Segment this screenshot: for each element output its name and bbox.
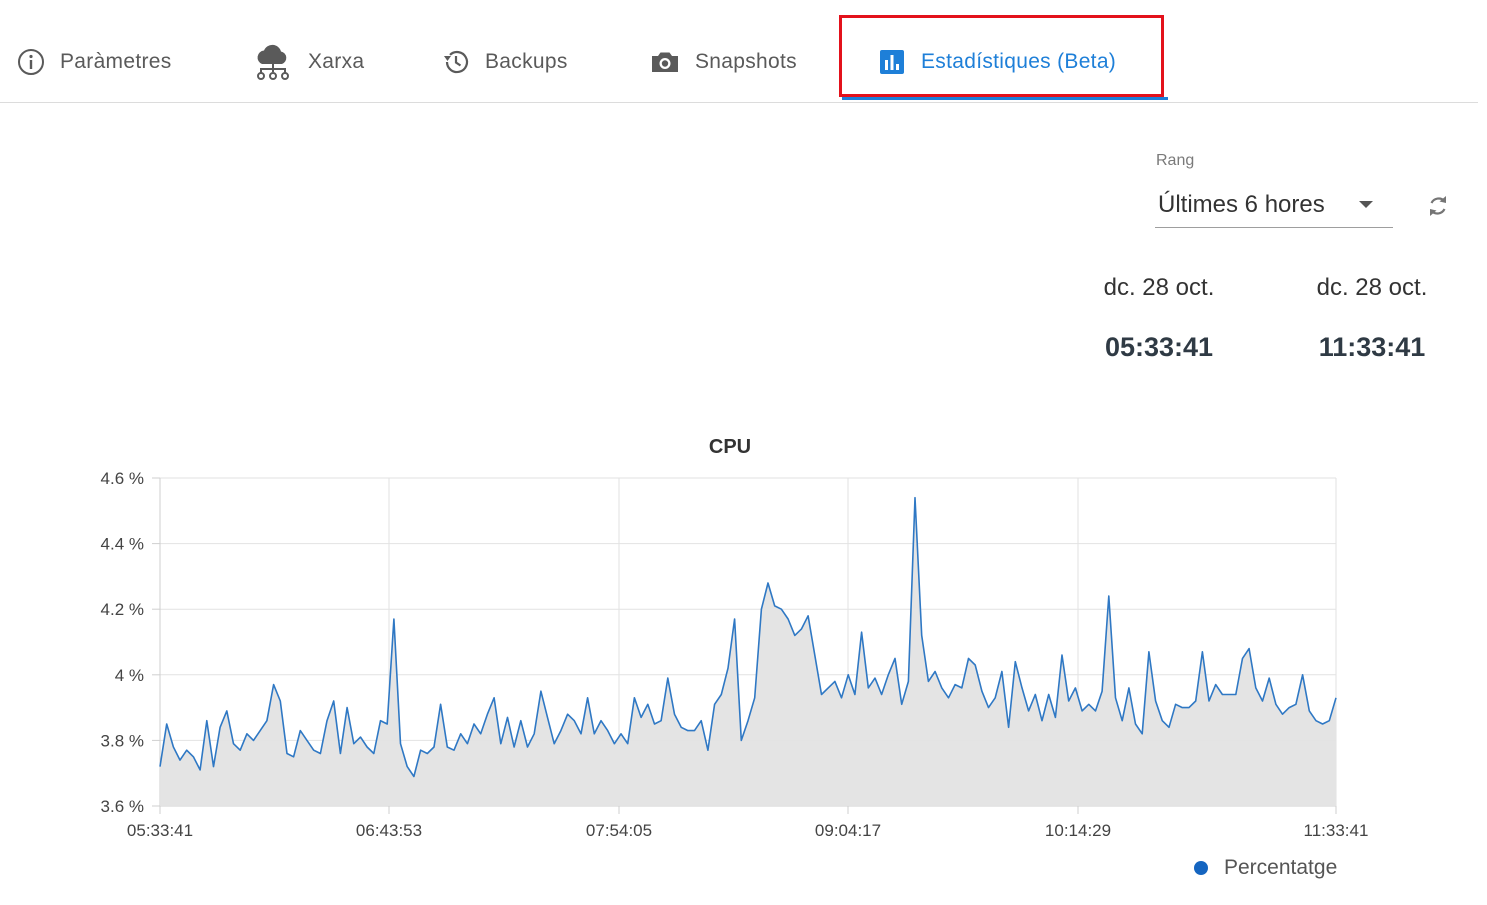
x-tick-label: 10:14:29 (1045, 821, 1111, 840)
y-tick-label: 3.8 % (101, 731, 144, 750)
x-tick-label: 06:43:53 (356, 821, 422, 840)
legend-label: Percentatge (1224, 856, 1338, 879)
x-tick-label: 11:33:41 (1304, 821, 1369, 840)
cpu-chart: 4.6 % 4.4 % 4.2 % 4 % 3.8 % 3.6 % 05:33:41 06:4… (101, 469, 1369, 840)
y-tick-label: 4 % (115, 666, 144, 685)
legend-dot (1194, 861, 1208, 875)
y-tick-label: 4.2 % (101, 600, 144, 619)
chart-legend[interactable]: Percentatge (1194, 856, 1337, 880)
y-tick-label: 4.4 % (101, 535, 144, 554)
x-tick-label: 09:04:17 (815, 821, 881, 840)
y-tick-label: 4.6 % (101, 469, 144, 488)
x-tick-label: 07:54:05 (586, 821, 652, 840)
y-tick-label: 3.6 % (101, 797, 144, 816)
x-tick-label: 05:33:41 (127, 821, 193, 840)
